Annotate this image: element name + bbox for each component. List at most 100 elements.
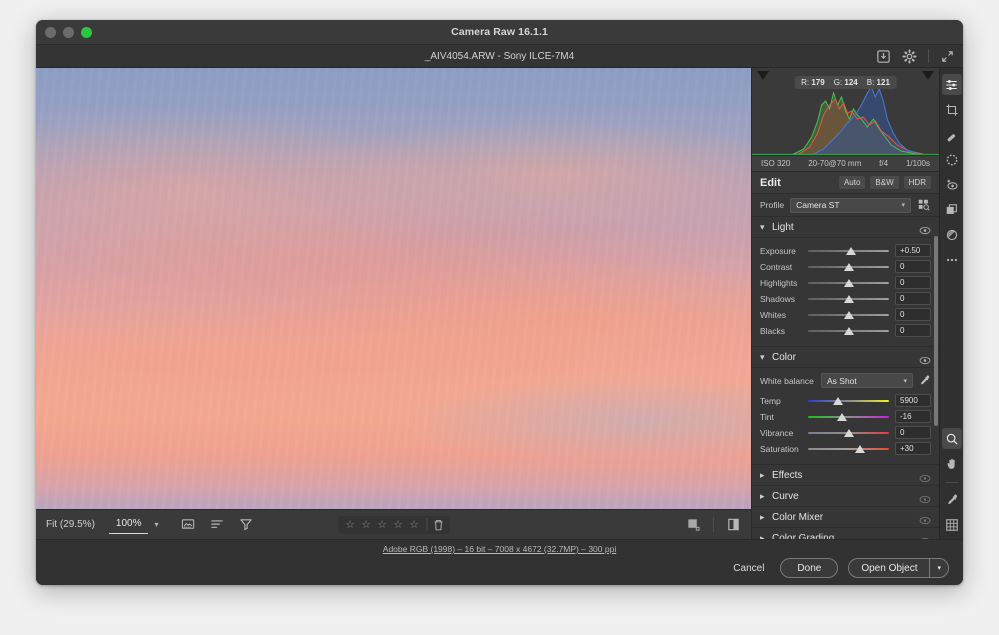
slider-tint[interactable]: Tint -16 xyxy=(760,409,931,424)
tool-strip-divider xyxy=(944,482,959,483)
slider-track[interactable] xyxy=(808,245,889,256)
hand-tool-icon[interactable] xyxy=(942,453,962,474)
slider-value[interactable]: +30 xyxy=(895,442,931,455)
visibility-eye-icon[interactable] xyxy=(919,491,931,504)
slider-highlights[interactable]: Highlights 0 xyxy=(760,275,931,290)
slider-track[interactable] xyxy=(808,395,889,406)
slider-track[interactable] xyxy=(808,293,889,304)
visibility-eye-icon[interactable] xyxy=(919,352,931,365)
visibility-eye-icon[interactable] xyxy=(919,222,931,235)
slider-vibrance[interactable]: Vibrance 0 xyxy=(760,425,931,440)
star-4[interactable]: ☆ xyxy=(390,518,406,531)
chevron-right-icon: ▸ xyxy=(760,511,765,522)
preferences-gear-icon[interactable] xyxy=(902,49,917,64)
slider-track[interactable] xyxy=(808,261,889,272)
toolbar-divider xyxy=(713,517,714,532)
zoom-tool-icon[interactable] xyxy=(941,428,962,449)
slider-value[interactable]: -16 xyxy=(895,410,931,423)
save-image-icon[interactable] xyxy=(876,49,891,64)
panel-scrollbar[interactable] xyxy=(934,236,938,426)
auto-button[interactable]: Auto xyxy=(838,176,866,189)
section-header-color[interactable]: ▾ Color xyxy=(752,347,939,368)
hdr-button[interactable]: HDR xyxy=(903,176,931,189)
zoom-dropdown-chevron-icon[interactable]: ▾ xyxy=(154,520,158,529)
zoom-level-value[interactable]: 100% xyxy=(108,516,149,534)
before-after-icon[interactable] xyxy=(181,517,196,532)
section-header-curve[interactable]: ▸ Curve xyxy=(752,486,939,507)
slider-whites[interactable]: Whites 0 xyxy=(760,307,931,322)
edit-sliders-icon[interactable] xyxy=(941,74,962,95)
star-5[interactable]: ☆ xyxy=(406,518,422,531)
section-header-effects[interactable]: ▸ Effects xyxy=(752,465,939,486)
slider-label: Whites xyxy=(760,309,786,320)
white-balance-value: As Shot xyxy=(827,375,857,386)
slider-exposure[interactable]: Exposure +0.50 xyxy=(760,243,931,258)
visibility-eye-icon[interactable] xyxy=(919,470,931,483)
exif-lens: 20-70@70 mm xyxy=(808,159,862,168)
zoom-fit-label[interactable]: Fit (29.5%) xyxy=(46,519,95,530)
section-header-color-mixer[interactable]: ▸ Color Mixer xyxy=(752,507,939,528)
slider-value[interactable]: 0 xyxy=(895,292,931,305)
slider-shadows[interactable]: Shadows 0 xyxy=(760,291,931,306)
section-header-light[interactable]: ▾ Light xyxy=(752,217,939,238)
colorspace-info-link[interactable]: Adobe RGB (1998) – 16 bit – 7008 x 4672 … xyxy=(36,544,963,554)
slider-track[interactable] xyxy=(808,443,889,454)
more-options-icon[interactable] xyxy=(942,249,962,270)
white-balance-select[interactable]: As Shot ▾ xyxy=(821,373,913,388)
snapshots-icon[interactable] xyxy=(942,224,962,245)
histogram-panel[interactable]: R: 179 G: 124 B: 121 xyxy=(752,68,939,156)
slider-track[interactable] xyxy=(808,427,889,438)
white-balance-tool-icon[interactable] xyxy=(942,489,962,510)
open-object-button[interactable]: Open Object ▾ xyxy=(848,558,949,578)
slider-track[interactable] xyxy=(808,309,889,320)
section-body-color: White balance As Shot ▾ Temp 5900 Tint -… xyxy=(752,368,939,465)
chevron-down-icon: ▾ xyxy=(903,377,907,385)
star-3[interactable]: ☆ xyxy=(374,518,390,531)
edit-title: Edit xyxy=(760,176,781,189)
filter-icon[interactable] xyxy=(239,517,254,532)
slider-saturation[interactable]: Saturation +30 xyxy=(760,441,931,456)
section-header-color-grading[interactable]: ▸ Color Grading xyxy=(752,528,939,539)
sort-order-icon[interactable] xyxy=(210,517,225,532)
masking-icon[interactable] xyxy=(942,149,962,170)
chevron-down-icon[interactable]: ▾ xyxy=(930,559,948,577)
rating-divider xyxy=(426,518,427,531)
film-strip-icon[interactable] xyxy=(686,517,701,532)
compare-view-icon[interactable] xyxy=(726,517,741,532)
grid-overlay-icon[interactable] xyxy=(942,514,962,535)
slider-blacks[interactable]: Blacks 0 xyxy=(760,323,931,338)
photo-preview-canvas[interactable] xyxy=(36,68,751,509)
bw-button[interactable]: B&W xyxy=(870,176,899,189)
edit-panel-scroll-area[interactable]: ▾ Light Exposure +0.50 Contrast 0 Highli… xyxy=(752,217,939,539)
crop-icon[interactable] xyxy=(942,99,962,120)
slider-track[interactable] xyxy=(808,277,889,288)
edit-side-panel: R: 179 G: 124 B: 121 ISO 320 20-70@70 mm… xyxy=(751,68,939,539)
slider-track[interactable] xyxy=(808,411,889,422)
reject-trash-icon[interactable] xyxy=(431,518,445,532)
slider-value[interactable]: +0.50 xyxy=(895,244,931,257)
healing-brush-icon[interactable] xyxy=(942,124,962,145)
window-titlebar: Camera Raw 16.1.1 xyxy=(36,20,963,45)
slider-value[interactable]: 0 xyxy=(895,260,931,273)
profile-browser-icon[interactable] xyxy=(917,198,931,212)
star-2[interactable]: ☆ xyxy=(358,518,374,531)
visibility-eye-icon[interactable] xyxy=(919,512,931,525)
red-eye-icon[interactable] xyxy=(942,174,962,195)
slider-value[interactable]: 5900 xyxy=(895,394,931,407)
star-1[interactable]: ☆ xyxy=(342,518,358,531)
slider-value[interactable]: 0 xyxy=(895,426,931,439)
slider-value[interactable]: 0 xyxy=(895,308,931,321)
done-button[interactable]: Done xyxy=(780,558,839,578)
slider-value[interactable]: 0 xyxy=(895,324,931,337)
slider-temp[interactable]: Temp 5900 xyxy=(760,393,931,408)
white-balance-eyedropper-icon[interactable] xyxy=(918,374,931,387)
slider-contrast[interactable]: Contrast 0 xyxy=(760,259,931,274)
slider-value[interactable]: 0 xyxy=(895,276,931,289)
presets-icon[interactable] xyxy=(942,199,962,220)
fullscreen-icon[interactable] xyxy=(940,49,955,64)
exif-iso: ISO 320 xyxy=(760,159,791,168)
slider-track[interactable] xyxy=(808,325,889,336)
cancel-button[interactable]: Cancel xyxy=(727,563,770,574)
profile-select[interactable]: Camera ST ▾ xyxy=(790,197,911,213)
camera-raw-window: Camera Raw 16.1.1 _AIV4054.ARW - Sony IL… xyxy=(36,20,963,585)
